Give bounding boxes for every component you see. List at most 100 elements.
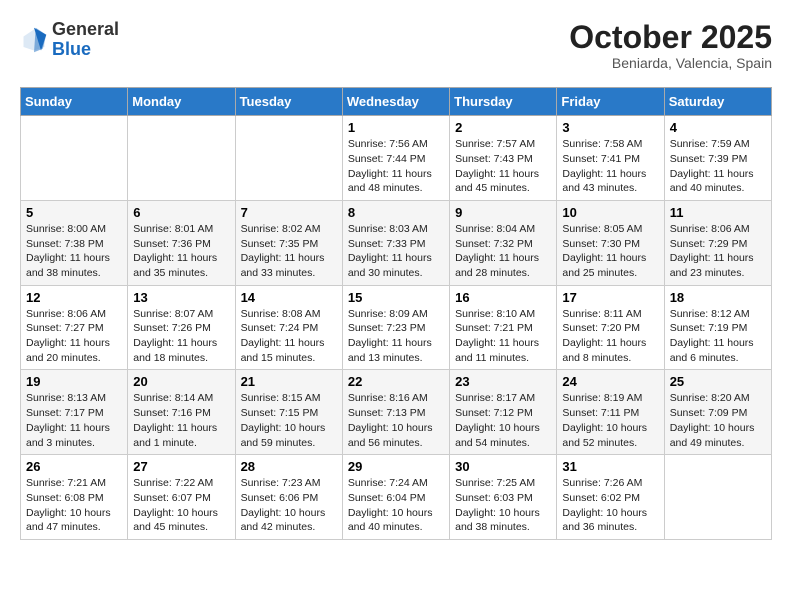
day-number: 17 [562,290,658,305]
header-row: SundayMondayTuesdayWednesdayThursdayFrid… [21,88,772,116]
cell-info: Sunrise: 7:26 AMSunset: 6:02 PMDaylight:… [562,476,658,535]
day-number: 22 [348,374,444,389]
day-of-week-header: Saturday [664,88,771,116]
day-number: 23 [455,374,551,389]
cell-info: Sunrise: 8:09 AMSunset: 7:23 PMDaylight:… [348,307,444,366]
cell-info: Sunrise: 8:12 AMSunset: 7:19 PMDaylight:… [670,307,766,366]
calendar-cell: 4Sunrise: 7:59 AMSunset: 7:39 PMDaylight… [664,116,771,201]
calendar-cell: 16 Sunrise: 8:10 AMSunset: 7:21 PMDayligh… [450,285,557,370]
calendar-cell: 12 Sunrise: 8:06 AMSunset: 7:27 PMDayligh… [21,285,128,370]
cell-info: Sunrise: 7:21 AMSunset: 6:08 PMDaylight:… [26,476,122,535]
calendar-cell: 15 Sunrise: 8:09 AMSunset: 7:23 PMDayligh… [342,285,449,370]
day-number: 1 [348,120,444,135]
cell-info: Sunrise: 7:59 AMSunset: 7:39 PMDaylight:… [670,137,766,196]
cell-info: Sunrise: 8:00 AMSunset: 7:38 PMDaylight:… [26,222,122,281]
month-title: October 2025 [569,20,772,55]
calendar-body: 1 Sunrise: 7:56 AMSunset: 7:44 PMDaylight… [21,116,772,540]
calendar-cell: 11 Sunrise: 8:06 AMSunset: 7:29 PMDayligh… [664,200,771,285]
logo-general: General [52,20,119,40]
day-number: 12 [26,290,122,305]
cell-info: Sunrise: 8:10 AMSunset: 7:21 PMDaylight:… [455,307,551,366]
cell-info: Sunrise: 8:07 AMSunset: 7:26 PMDaylight:… [133,307,229,366]
day-number: 13 [133,290,229,305]
calendar-cell: 2Sunrise: 7:57 AMSunset: 7:43 PMDaylight… [450,116,557,201]
calendar-cell: 13 Sunrise: 8:07 AMSunset: 7:26 PMDayligh… [128,285,235,370]
cell-info: Sunrise: 7:23 AMSunset: 6:06 PMDaylight:… [241,476,337,535]
calendar-cell [128,116,235,201]
cell-info: Sunrise: 8:19 AMSunset: 7:11 PMDaylight:… [562,391,658,450]
cell-info: Sunrise: 8:06 AMSunset: 7:29 PMDaylight:… [670,222,766,281]
day-number: 8 [348,205,444,220]
calendar-cell: 5 Sunrise: 8:00 AMSunset: 7:38 PMDaylight… [21,200,128,285]
calendar-cell: 27Sunrise: 7:22 AMSunset: 6:07 PMDayligh… [128,455,235,540]
location: Beniarda, Valencia, Spain [569,55,772,71]
day-number: 18 [670,290,766,305]
day-number: 26 [26,459,122,474]
calendar-cell: 31 Sunrise: 7:26 AMSunset: 6:02 PMDayligh… [557,455,664,540]
calendar-week-row: 5 Sunrise: 8:00 AMSunset: 7:38 PMDaylight… [21,200,772,285]
logo-blue: Blue [52,40,119,60]
calendar-cell [235,116,342,201]
day-number: 16 [455,290,551,305]
cell-info: Sunrise: 8:05 AMSunset: 7:30 PMDaylight:… [562,222,658,281]
day-of-week-header: Wednesday [342,88,449,116]
day-number: 31 [562,459,658,474]
calendar-cell [21,116,128,201]
calendar-cell: 6 Sunrise: 8:01 AMSunset: 7:36 PMDaylight… [128,200,235,285]
calendar-header: SundayMondayTuesdayWednesdayThursdayFrid… [21,88,772,116]
logo: General Blue [20,20,119,60]
calendar-cell: 28 Sunrise: 7:23 AMSunset: 6:06 PMDayligh… [235,455,342,540]
day-number: 11 [670,205,766,220]
day-of-week-header: Tuesday [235,88,342,116]
cell-info: Sunrise: 8:08 AMSunset: 7:24 PMDaylight:… [241,307,337,366]
cell-info: Sunrise: 7:56 AMSunset: 7:44 PMDaylight:… [348,137,444,196]
cell-info: Sunrise: 8:02 AMSunset: 7:35 PMDaylight:… [241,222,337,281]
day-number: 5 [26,205,122,220]
calendar-cell: 25Sunrise: 8:20 AMSunset: 7:09 PMDayligh… [664,370,771,455]
day-number: 3 [562,120,658,135]
cell-info: Sunrise: 8:01 AMSunset: 7:36 PMDaylight:… [133,222,229,281]
calendar-week-row: 12 Sunrise: 8:06 AMSunset: 7:27 PMDayligh… [21,285,772,370]
calendar-cell: 14 Sunrise: 8:08 AMSunset: 7:24 PMDayligh… [235,285,342,370]
day-number: 14 [241,290,337,305]
calendar-cell: 19Sunrise: 8:13 AMSunset: 7:17 PMDayligh… [21,370,128,455]
cell-info: Sunrise: 8:03 AMSunset: 7:33 PMDaylight:… [348,222,444,281]
calendar-week-row: 26 Sunrise: 7:21 AMSunset: 6:08 PMDayligh… [21,455,772,540]
calendar-cell: 20 Sunrise: 8:14 AMSunset: 7:16 PMDayligh… [128,370,235,455]
day-number: 20 [133,374,229,389]
day-of-week-header: Thursday [450,88,557,116]
day-number: 27 [133,459,229,474]
cell-info: Sunrise: 8:06 AMSunset: 7:27 PMDaylight:… [26,307,122,366]
calendar-cell: 9 Sunrise: 8:04 AMSunset: 7:32 PMDaylight… [450,200,557,285]
calendar-cell [664,455,771,540]
cell-info: Sunrise: 8:20 AMSunset: 7:09 PMDaylight:… [670,391,766,450]
day-of-week-header: Monday [128,88,235,116]
cell-info: Sunrise: 8:16 AMSunset: 7:13 PMDaylight:… [348,391,444,450]
day-number: 9 [455,205,551,220]
calendar-week-row: 1 Sunrise: 7:56 AMSunset: 7:44 PMDaylight… [21,116,772,201]
day-of-week-header: Friday [557,88,664,116]
cell-info: Sunrise: 8:14 AMSunset: 7:16 PMDaylight:… [133,391,229,450]
day-of-week-header: Sunday [21,88,128,116]
day-number: 15 [348,290,444,305]
page-header: General Blue October 2025 Beniarda, Vale… [20,20,772,71]
day-number: 10 [562,205,658,220]
calendar-week-row: 19Sunrise: 8:13 AMSunset: 7:17 PMDayligh… [21,370,772,455]
cell-info: Sunrise: 7:25 AMSunset: 6:03 PMDaylight:… [455,476,551,535]
day-number: 30 [455,459,551,474]
calendar-cell: 17Sunrise: 8:11 AMSunset: 7:20 PMDayligh… [557,285,664,370]
calendar-cell: 23Sunrise: 8:17 AMSunset: 7:12 PMDayligh… [450,370,557,455]
day-number: 21 [241,374,337,389]
cell-info: Sunrise: 8:04 AMSunset: 7:32 PMDaylight:… [455,222,551,281]
day-number: 6 [133,205,229,220]
day-number: 28 [241,459,337,474]
day-number: 2 [455,120,551,135]
calendar-cell: 8 Sunrise: 8:03 AMSunset: 7:33 PMDaylight… [342,200,449,285]
calendar-cell: 18 Sunrise: 8:12 AMSunset: 7:19 PMDayligh… [664,285,771,370]
logo-icon [20,26,48,54]
calendar-cell: 26 Sunrise: 7:21 AMSunset: 6:08 PMDayligh… [21,455,128,540]
cell-info: Sunrise: 7:58 AMSunset: 7:41 PMDaylight:… [562,137,658,196]
day-number: 19 [26,374,122,389]
day-number: 29 [348,459,444,474]
calendar-cell: 22 Sunrise: 8:16 AMSunset: 7:13 PMDayligh… [342,370,449,455]
